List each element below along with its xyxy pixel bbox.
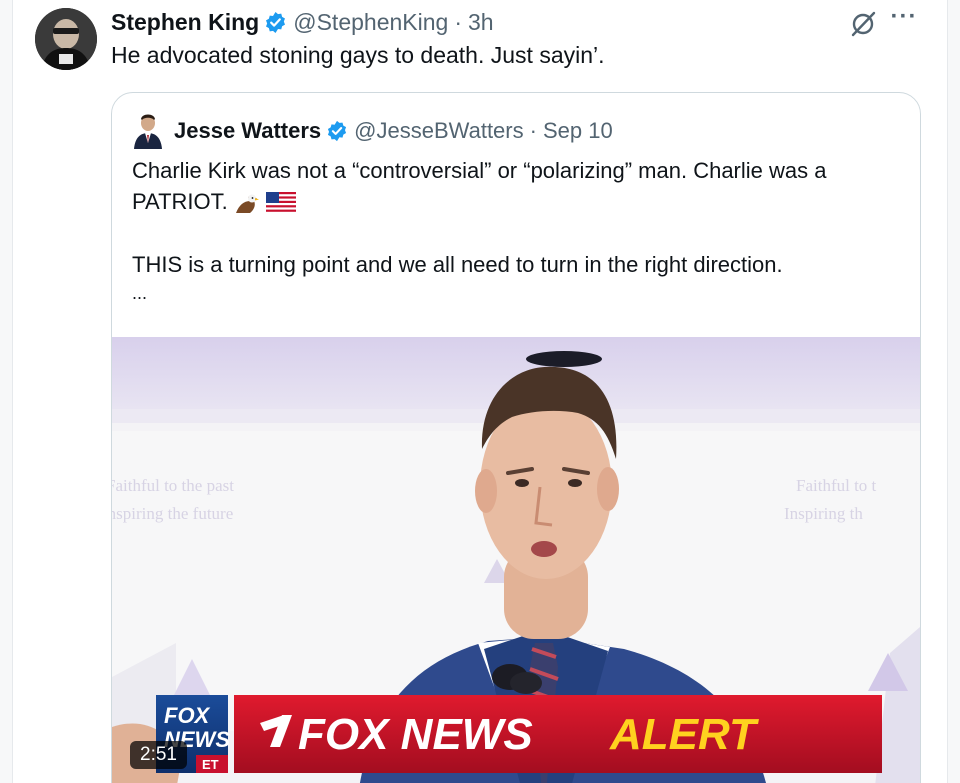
alert-banner: FOX NEWS ALERT	[234, 695, 882, 773]
backdrop-right-line-2: Inspiring th	[784, 504, 863, 523]
video-duration-badge: 2:51	[130, 741, 187, 769]
quoted-date[interactable]: Sep 10	[543, 118, 613, 144]
tweet-card[interactable]: Stephen King @StephenKing · 3h ··· He ad…	[12, 0, 948, 783]
quoted-ellipsis: ...	[132, 283, 148, 303]
quoted-author-handle[interactable]: @JesseBWatters	[354, 118, 523, 144]
quoted-tweet[interactable]: Jesse Watters @JesseBWatters · Sep 10 Ch…	[111, 92, 921, 783]
more-options-icon[interactable]: ···	[889, 5, 919, 36]
separator-dot: ·	[529, 118, 537, 143]
verified-badge-icon	[328, 120, 347, 142]
quoted-line-1: Charlie Kirk was not a “controversial” o…	[132, 158, 827, 183]
author-name[interactable]: Stephen King	[111, 9, 259, 36]
us-flag-emoji-icon	[265, 192, 296, 215]
quoted-text: Charlie Kirk was not a “controversial” o…	[132, 155, 912, 306]
tweet-time[interactable]: 3h	[468, 9, 494, 36]
separator-dot: ·	[454, 8, 462, 35]
banner-alert-text: ALERT	[609, 710, 759, 759]
author-avatar[interactable]	[35, 8, 97, 70]
grok-icon[interactable]	[849, 10, 877, 38]
tweet-text: He advocated stoning gays to death. Just…	[111, 42, 605, 68]
tweet-header: Stephen King @StephenKing · 3h	[111, 7, 494, 37]
backdrop-left-line-1: Faithful to the past	[112, 476, 234, 495]
author-handle[interactable]: @StephenKing	[293, 9, 448, 36]
quoted-line-2: PATRIOT.	[132, 186, 912, 217]
backdrop-left-line-2: Inspiring the future	[112, 504, 233, 523]
quoted-author-name[interactable]: Jesse Watters	[174, 118, 321, 144]
verified-badge-icon	[266, 11, 286, 33]
quoted-header: Jesse Watters @JesseBWatters · Sep 10	[132, 113, 613, 149]
quoted-author-avatar[interactable]	[132, 113, 164, 149]
banner-brand-text: FOX NEWS	[298, 710, 533, 759]
logo-et: ET	[202, 757, 219, 772]
video-thumbnail[interactable]: Faithful to the past Inspiring the futur…	[112, 337, 920, 783]
backdrop-right-line-1: Faithful to t	[796, 476, 877, 495]
quoted-line-3: THIS is a turning point and we all need …	[132, 252, 783, 277]
logo-text-top: FOX	[164, 703, 211, 728]
eagle-emoji-icon	[235, 194, 259, 214]
